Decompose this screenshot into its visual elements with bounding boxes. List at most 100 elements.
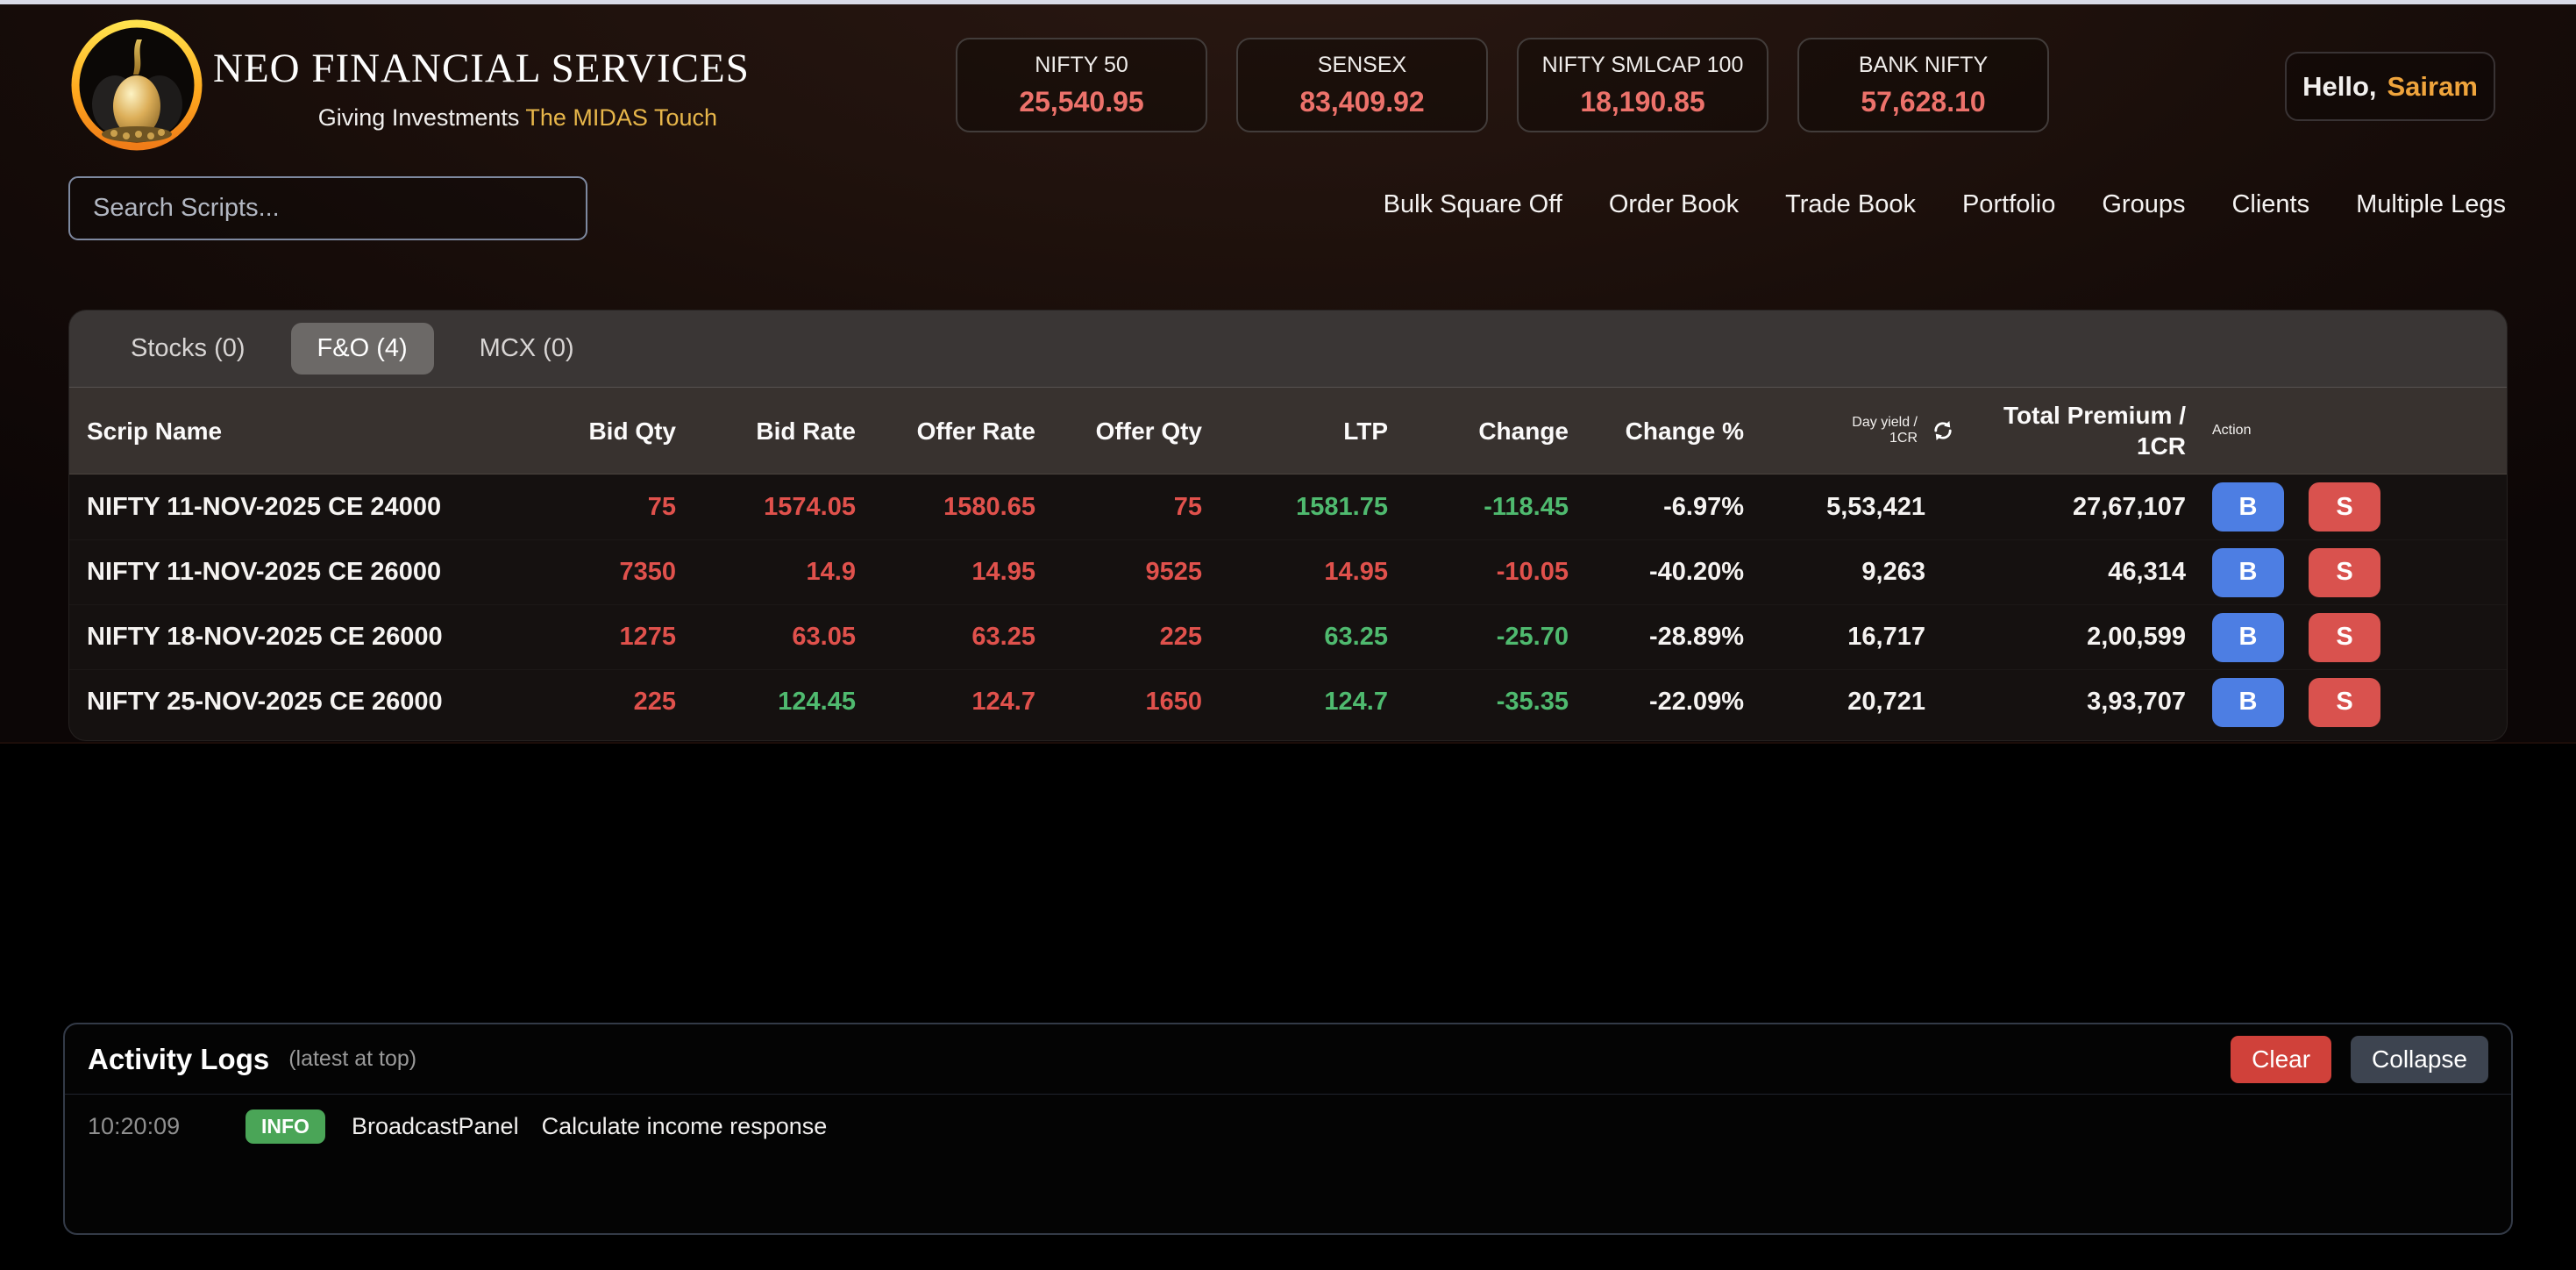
total-premium: 3,93,707: [1965, 688, 2202, 717]
activity-logs-title: Activity Logs: [88, 1043, 269, 1076]
activity-logs-actions: Clear Collapse: [2231, 1036, 2488, 1083]
watchlist-header-row: Scrip Name Bid Qty Bid Rate Offer Rate O…: [69, 388, 2507, 474]
col-change-pct: Change %: [1576, 416, 1751, 446]
ltp: 63.25: [1209, 623, 1395, 652]
offer-rate: 63.25: [863, 623, 1042, 652]
offer-qty: 225: [1042, 623, 1209, 652]
tab-fo[interactable]: F&O (4): [291, 323, 434, 375]
nav-bulk-square-off[interactable]: Bulk Square Off: [1384, 190, 1562, 219]
offer-qty: 75: [1042, 493, 1209, 522]
change-pct: -22.09%: [1576, 688, 1751, 717]
col-ltp: LTP: [1209, 416, 1395, 446]
bid-rate: 124.45: [683, 688, 863, 717]
ltp: 1581.75: [1209, 493, 1395, 522]
sell-button[interactable]: S: [2309, 482, 2380, 532]
day-yield: 16,717: [1751, 623, 1965, 652]
activity-logs-header: Activity Logs (latest at top) Clear Coll…: [65, 1024, 2511, 1095]
nav-trade-book[interactable]: Trade Book: [1785, 190, 1916, 219]
change-pct: -28.89%: [1576, 623, 1751, 652]
nav-portfolio[interactable]: Portfolio: [1962, 190, 2055, 219]
collapse-logs-button[interactable]: Collapse: [2351, 1036, 2488, 1083]
index-value: 57,628.10: [1861, 86, 1985, 118]
index-ticker-row: NIFTY 50 25,540.95 SENSEX 83,409.92 NIFT…: [956, 38, 2049, 132]
index-value: 18,190.85: [1580, 86, 1704, 118]
index-card-sensex: SENSEX 83,409.92: [1236, 38, 1488, 132]
offer-rate: 1580.65: [863, 493, 1042, 522]
log-level-badge: INFO: [246, 1109, 325, 1144]
ltp: 14.95: [1209, 558, 1395, 587]
refresh-icon[interactable]: [1928, 416, 1958, 446]
tab-stocks[interactable]: Stocks (0): [104, 323, 272, 375]
change: -10.05: [1395, 558, 1576, 587]
header-section: NEO FINANCIAL SERVICES Giving Investment…: [0, 4, 2576, 744]
bid-qty: 75: [508, 493, 683, 522]
search-input[interactable]: [68, 176, 587, 240]
greeting-prefix: Hello,: [2302, 71, 2376, 103]
sell-button[interactable]: S: [2309, 613, 2380, 662]
brand-block: NEO FINANCIAL SERVICES Giving Investment…: [213, 45, 717, 132]
row-actions: B S: [2202, 678, 2491, 727]
table-row: NIFTY 25-NOV-2025 CE 26000 225 124.45 12…: [69, 669, 2507, 734]
watchlist-panel: Stocks (0) F&O (4) MCX (0) Scrip Name Bi…: [68, 310, 2508, 741]
total-premium: 2,00,599: [1965, 623, 2202, 652]
day-yield: 5,53,421: [1751, 493, 1965, 522]
change: -25.70: [1395, 623, 1576, 652]
buy-button[interactable]: B: [2212, 548, 2284, 597]
col-action: Action: [2202, 423, 2491, 439]
day-yield: 9,263: [1751, 558, 1965, 587]
col-bid-rate: Bid Rate: [683, 416, 863, 446]
offer-qty: 1650: [1042, 688, 1209, 717]
total-premium: 27,67,107: [1965, 493, 2202, 522]
row-actions: B S: [2202, 548, 2491, 597]
scrip-name: NIFTY 25-NOV-2025 CE 26000: [87, 688, 508, 717]
buy-button[interactable]: B: [2212, 482, 2284, 532]
brand-tagline: Giving Investments The MIDAS Touch: [213, 104, 717, 132]
activity-logs-note: (latest at top): [288, 1046, 416, 1072]
col-bid-qty: Bid Qty: [508, 416, 683, 446]
scrip-name: NIFTY 18-NOV-2025 CE 26000: [87, 623, 508, 652]
change: -35.35: [1395, 688, 1576, 717]
change-pct: -40.20%: [1576, 558, 1751, 587]
brand-title: NEO FINANCIAL SERVICES: [213, 45, 717, 92]
bid-rate: 63.05: [683, 623, 863, 652]
index-card-smlcap: NIFTY SMLCAP 100 18,190.85: [1517, 38, 1768, 132]
col-offer-qty: Offer Qty: [1042, 416, 1209, 446]
index-label: BANK NIFTY: [1859, 53, 1988, 78]
clear-logs-button[interactable]: Clear: [2231, 1036, 2331, 1083]
user-greeting: Hello, Sairam: [2285, 52, 2495, 121]
offer-rate: 14.95: [863, 558, 1042, 587]
sell-button[interactable]: S: [2309, 678, 2380, 727]
tagline-plain: Giving Investments: [318, 104, 526, 131]
log-time: 10:20:09: [88, 1113, 246, 1140]
total-premium: 46,314: [1965, 558, 2202, 587]
ltp: 124.7: [1209, 688, 1395, 717]
change-pct: -6.97%: [1576, 493, 1751, 522]
offer-rate: 124.7: [863, 688, 1042, 717]
log-entry: 10:20:09 INFO BroadcastPanel Calculate i…: [65, 1095, 2511, 1158]
activity-logs-panel: Activity Logs (latest at top) Clear Coll…: [63, 1023, 2513, 1235]
day-yield: 20,721: [1751, 688, 1965, 717]
nav-groups[interactable]: Groups: [2102, 190, 2185, 219]
bid-qty: 1275: [508, 623, 683, 652]
nav-order-book[interactable]: Order Book: [1609, 190, 1739, 219]
index-card-nifty50: NIFTY 50 25,540.95: [956, 38, 1207, 132]
index-label: NIFTY 50: [1035, 53, 1128, 78]
tab-mcx[interactable]: MCX (0): [453, 323, 601, 375]
buy-button[interactable]: B: [2212, 678, 2284, 727]
sell-button[interactable]: S: [2309, 548, 2380, 597]
row-actions: B S: [2202, 613, 2491, 662]
index-card-banknifty: BANK NIFTY 57,628.10: [1797, 38, 2049, 132]
col-offer-rate: Offer Rate: [863, 416, 1042, 446]
offer-qty: 9525: [1042, 558, 1209, 587]
log-source: BroadcastPanel: [352, 1113, 519, 1140]
buy-button[interactable]: B: [2212, 613, 2284, 662]
nav-clients[interactable]: Clients: [2231, 190, 2309, 219]
index-label: SENSEX: [1318, 53, 1406, 78]
nav-multiple-legs[interactable]: Multiple Legs: [2356, 190, 2506, 219]
index-value: 25,540.95: [1019, 86, 1143, 118]
bid-qty: 7350: [508, 558, 683, 587]
col-day-yield: Day yield /1CR: [1751, 415, 1965, 446]
bid-rate: 14.9: [683, 558, 863, 587]
col-scrip-name: Scrip Name: [87, 416, 508, 446]
index-value: 83,409.92: [1299, 86, 1424, 118]
